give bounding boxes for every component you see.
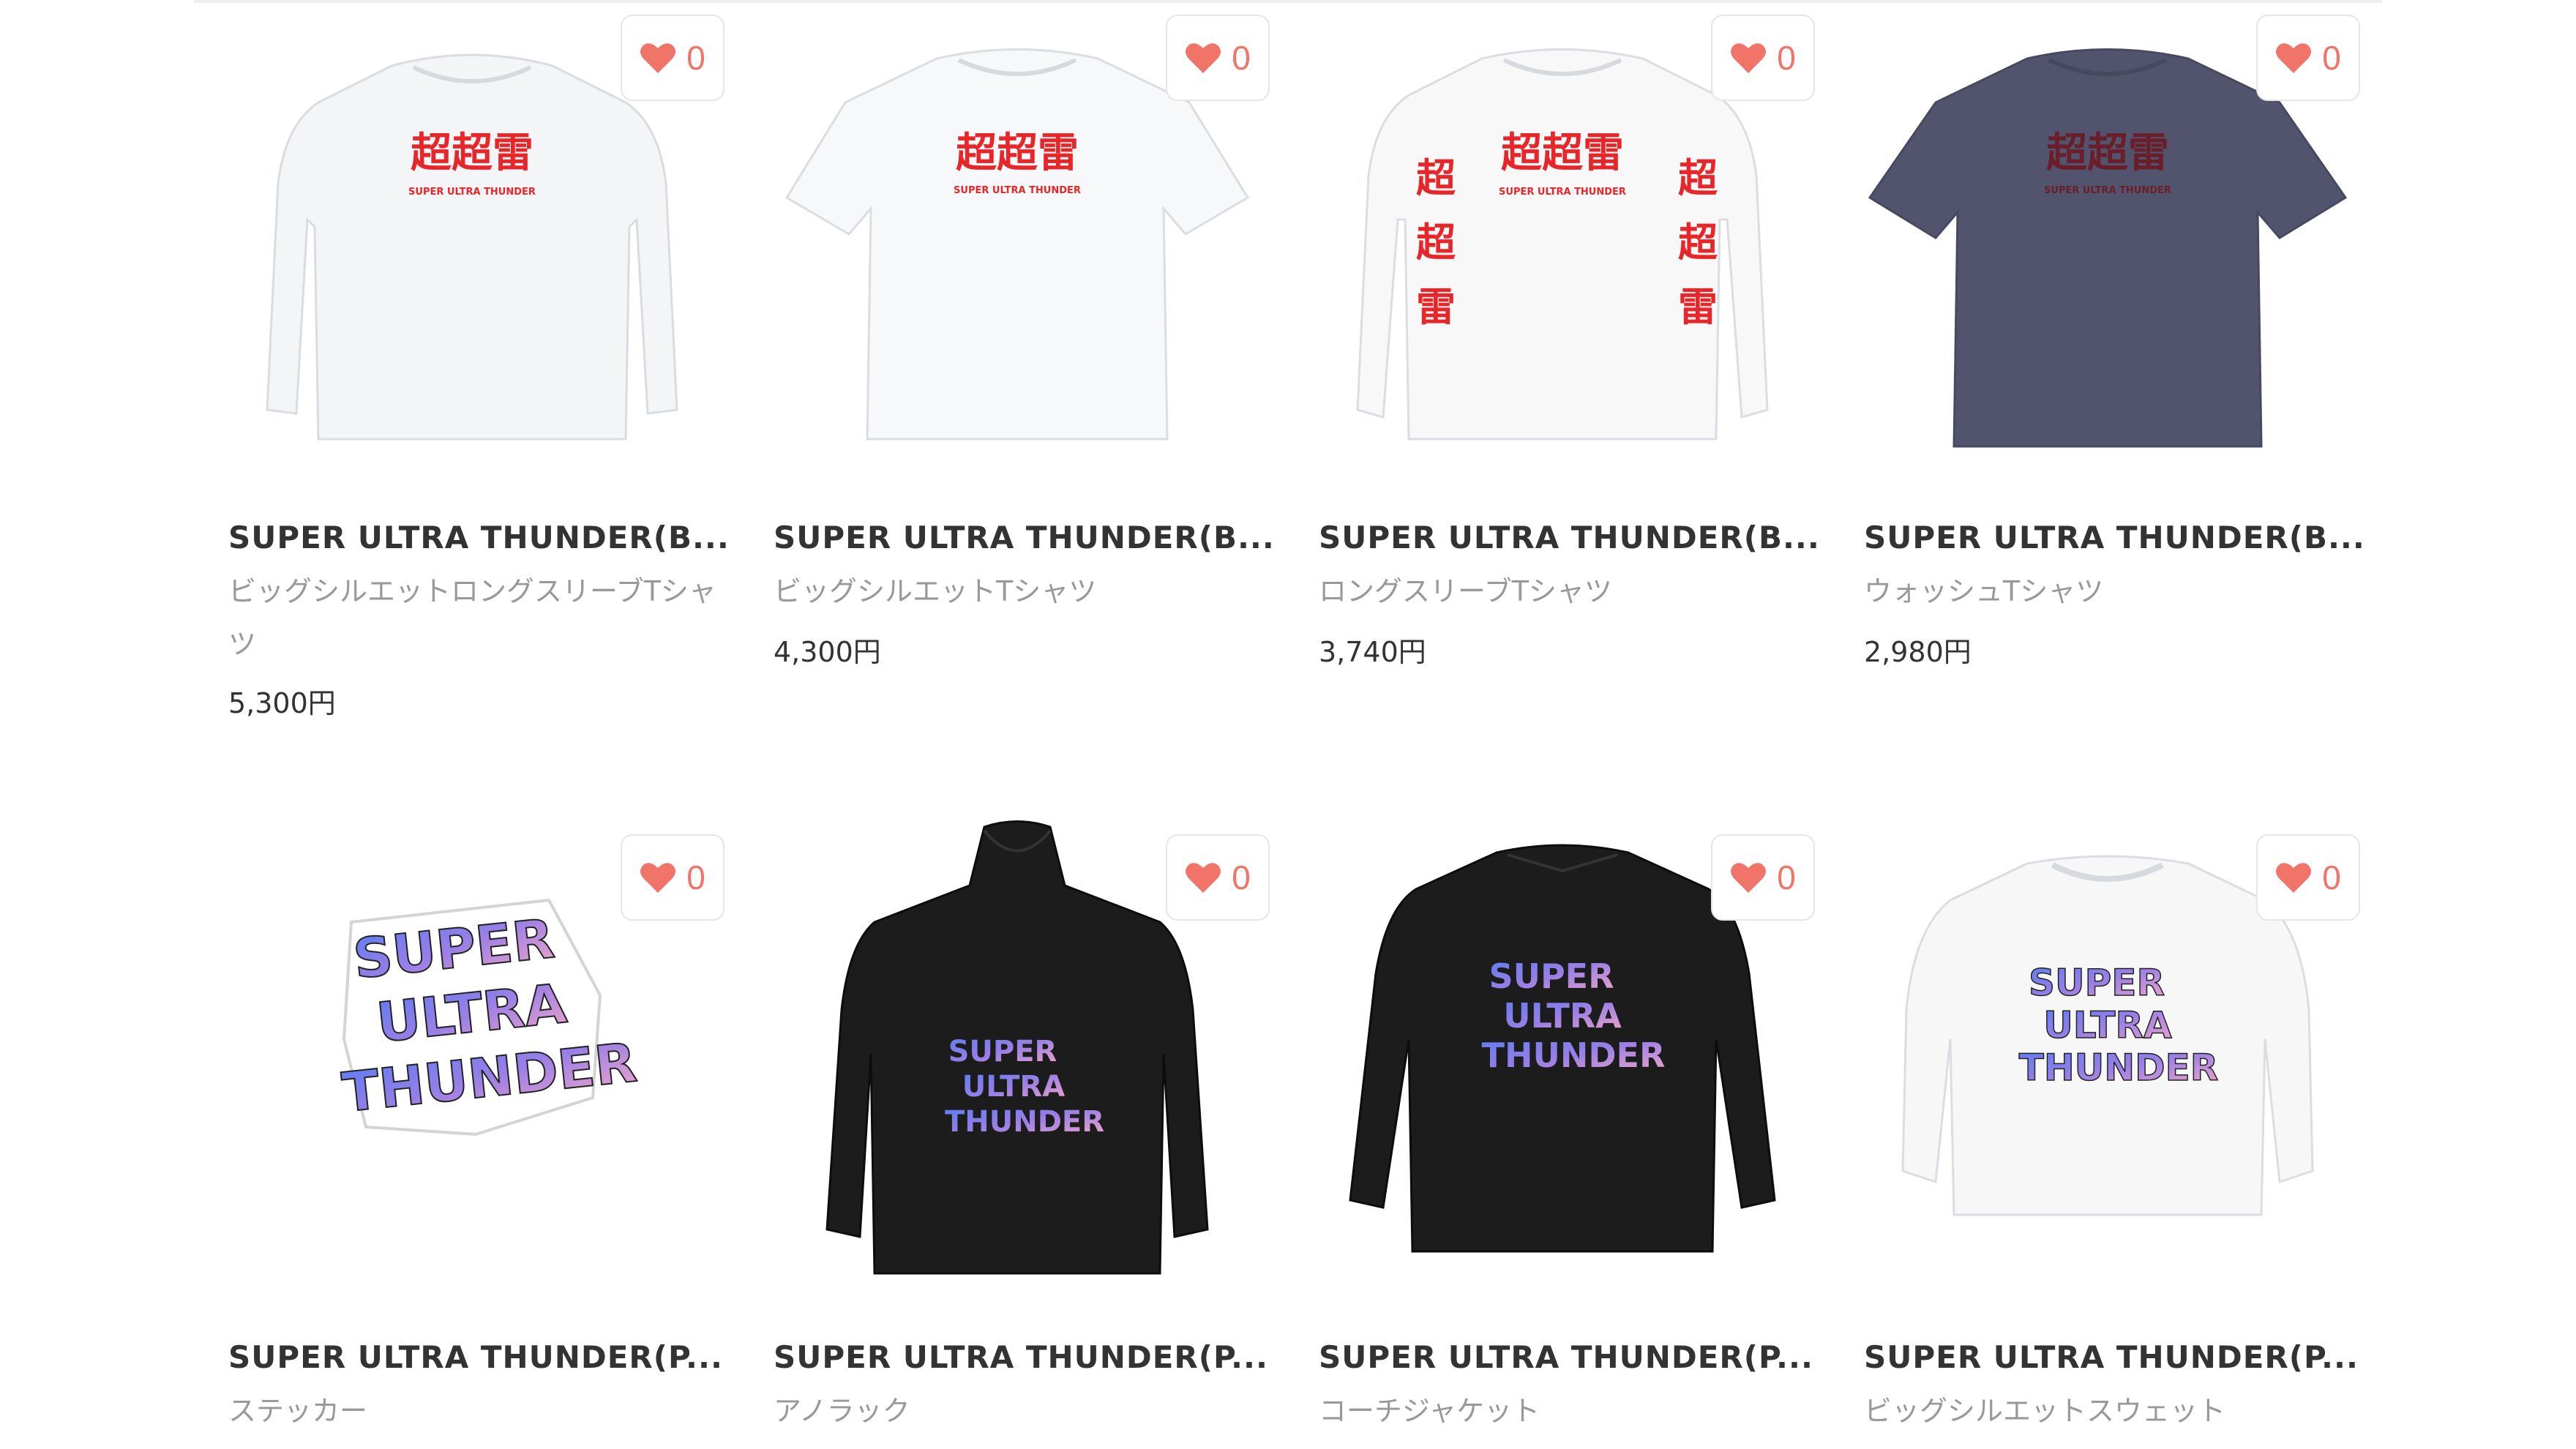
product-type: ビッグシルエットロングスリーブTシャツ: [228, 575, 716, 660]
product-title[interactable]: SUPER ULTRA THUNDER(P...: [1864, 1339, 2362, 1375]
product-title[interactable]: SUPER ULTRA THUNDER(P...: [228, 1339, 726, 1375]
kanji-print: 超超雷: [2046, 130, 2169, 177]
heart-icon: [1186, 43, 1221, 73]
logo-line: ULTRA: [1503, 996, 1622, 1036]
subline-print: SUPER ULTRA THUNDER: [2044, 185, 2171, 196]
product-type: ステッカー: [228, 1395, 368, 1427]
favorite-button[interactable]: 0: [1711, 834, 1815, 921]
product-card[interactable]: SUPER ULTRA THUNDER 0 SUPER ULTRA THUNDE…: [1310, 820, 1815, 1449]
kanji-print: 超超雷: [411, 130, 533, 177]
product-title[interactable]: SUPER ULTRA THUNDER(B...: [228, 520, 726, 555]
favorite-count: 0: [1777, 858, 1796, 896]
subline-print: SUPER ULTRA THUNDER: [408, 187, 536, 198]
heart-icon: [1731, 863, 1767, 893]
heart-icon: [1731, 43, 1767, 73]
favorite-count: 0: [1232, 858, 1251, 896]
favorite-button[interactable]: 0: [1166, 834, 1270, 921]
logo-line: ULTRA: [962, 1070, 1065, 1104]
product-title[interactable]: SUPER ULTRA THUNDER(P...: [1319, 1339, 1816, 1375]
product-card[interactable]: 超超雷 SUPER ULTRA THUNDER 0 SUPER ULTRA TH…: [1855, 0, 2362, 732]
sleeve-print-left: 超: [1416, 155, 1456, 201]
kanji-print: 超超雷: [956, 130, 1079, 177]
favorite-count: 0: [1777, 39, 1796, 77]
product-card[interactable]: 超超雷 SUPER ULTRA THUNDER 0 SUPER ULTRA TH…: [220, 0, 726, 732]
product-price: 5,300円: [228, 687, 336, 719]
product-grid: 超超雷 SUPER ULTRA THUNDER 0 SUPER ULTRA TH…: [0, 0, 2576, 1449]
product-title[interactable]: SUPER ULTRA THUNDER(B...: [1319, 520, 1816, 555]
favorite-count: 0: [2322, 858, 2341, 896]
kanji-print: 超超雷: [1501, 130, 1624, 177]
heart-icon: [640, 43, 676, 73]
product-card[interactable]: 超超雷 SUPER ULTRA THUNDER 超 超 雷 超 超 雷 0 SU…: [1310, 0, 1816, 732]
logo-line: SUPER: [2029, 962, 2165, 1004]
favorite-button[interactable]: 0: [621, 834, 724, 921]
product-card[interactable]: SUPER ULTRA THUNDER 0 SUPER ULTRA THUNDE…: [1855, 820, 2360, 1449]
product-title[interactable]: SUPER ULTRA THUNDER(P...: [774, 1339, 1271, 1375]
product-card[interactable]: 超超雷 SUPER ULTRA THUNDER 0 SUPER ULTRA TH…: [765, 0, 1271, 732]
product-card[interactable]: SUPER ULTRA THUNDER 0 SUPER ULTRA THUNDE…: [765, 820, 1270, 1449]
heart-icon: [2276, 43, 2312, 73]
favorite-button[interactable]: 0: [2256, 15, 2360, 101]
subline-print: SUPER ULTRA THUNDER: [1499, 187, 1626, 198]
heart-icon: [640, 863, 676, 893]
favorite-count: 0: [686, 858, 705, 896]
favorite-count: 0: [686, 39, 705, 77]
logo-line: THUNDER: [945, 1105, 1104, 1139]
product-price: 3,740円: [1319, 636, 1426, 668]
heart-icon: [1186, 863, 1221, 893]
product-title[interactable]: SUPER ULTRA THUNDER(B...: [774, 520, 1271, 555]
heart-icon: [2276, 863, 2312, 893]
logo-line: SUPER: [948, 1035, 1057, 1068]
product-card[interactable]: SUPER ULTRA THUNDER 0 SUPER ULTRA THUNDE…: [220, 820, 724, 1449]
sleeve-print-right: 超: [1678, 155, 1718, 201]
favorite-button[interactable]: 0: [1711, 15, 1815, 101]
favorite-count: 0: [2322, 39, 2341, 77]
sleeve-print-left: 超: [1416, 220, 1456, 266]
product-price: 4,300円: [774, 636, 881, 668]
subline-print: SUPER ULTRA THUNDER: [954, 185, 1081, 196]
product-type: ビッグシルエットスウェット: [1864, 1395, 2226, 1427]
logo-line: THUNDER: [2019, 1046, 2219, 1089]
product-type: ビッグシルエットTシャツ: [774, 575, 1097, 607]
product-type: アノラック: [774, 1395, 910, 1427]
logo-line: SUPER: [1489, 956, 1614, 996]
favorite-count: 0: [1232, 39, 1251, 77]
product-type: ウォッシュTシャツ: [1864, 575, 2104, 607]
product-type: コーチジャケット: [1319, 1395, 1540, 1427]
sleeve-print-left: 雷: [1416, 284, 1456, 330]
logo-line: ULTRA: [2043, 1004, 2172, 1046]
favorite-button[interactable]: 0: [2256, 834, 2360, 921]
favorite-button[interactable]: 0: [621, 15, 724, 101]
logo-line: THUNDER: [1482, 1036, 1666, 1075]
sleeve-print-right: 雷: [1678, 284, 1718, 330]
product-type: ロングスリーブTシャツ: [1319, 575, 1612, 607]
product-price: 2,980円: [1864, 636, 1972, 668]
favorite-button[interactable]: 0: [1166, 15, 1270, 101]
sleeve-print-right: 超: [1678, 220, 1718, 266]
product-title[interactable]: SUPER ULTRA THUNDER(B...: [1864, 520, 2362, 555]
